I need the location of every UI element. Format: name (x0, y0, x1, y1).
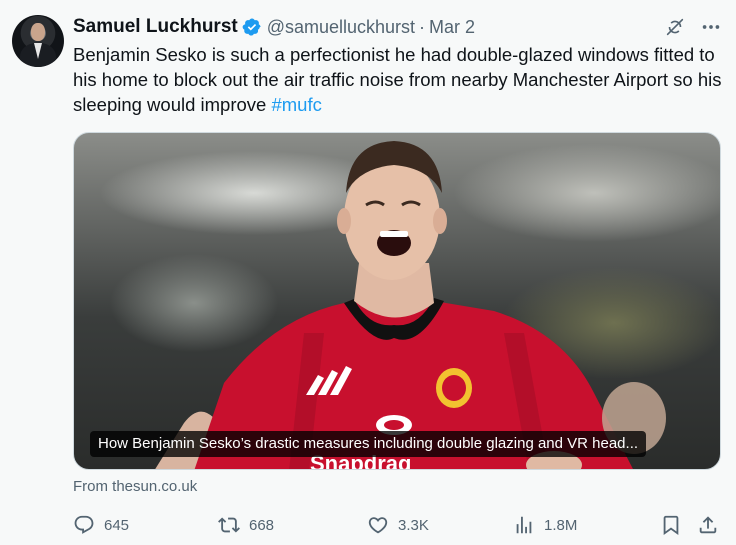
like-count: 3.3K (398, 516, 429, 534)
reply-count: 645 (104, 516, 130, 534)
hashtag-link[interactable]: #mufc (271, 94, 321, 115)
author-handle[interactable]: @samuelluckhurst (267, 17, 415, 38)
card-source[interactable]: From thesun.co.uk (73, 478, 197, 495)
bookmark-icon (663, 515, 679, 536)
tweet-header: Samuel Luckhurst @samuelluckhurst · Mar … (73, 15, 475, 39)
views-count: 1.8M (544, 516, 578, 534)
views-icon (516, 516, 532, 534)
tweet-body: Benjamin Sesko is such a perfectionist h… (73, 44, 722, 115)
reply-icon (74, 515, 94, 534)
verified-badge-icon[interactable] (242, 17, 262, 37)
author-name[interactable]: Samuel Luckhurst (73, 16, 238, 38)
header-separator: · (419, 16, 426, 37)
avatar[interactable] (12, 15, 64, 67)
like-icon (368, 517, 388, 534)
repost-icon (218, 517, 240, 533)
reply-button[interactable]: 645 (73, 513, 129, 537)
link-card-image[interactable]: Snapdrag How Benjamin Sesko’s drastic me… (73, 132, 721, 470)
share-button[interactable] (697, 513, 719, 537)
grok-icon[interactable] (664, 16, 686, 38)
like-button[interactable]: 3.3K (367, 513, 429, 537)
tweet[interactable]: Samuel Luckhurst @samuelluckhurst · Mar … (0, 0, 736, 545)
tweet-text: Benjamin Sesko is such a perfectionist h… (73, 42, 723, 117)
tweet-date[interactable]: Mar 2 (429, 17, 475, 38)
card-caption[interactable]: How Benjamin Sesko’s drastic measures in… (90, 431, 647, 457)
repost-button[interactable]: 668 (218, 513, 274, 537)
bookmark-button[interactable] (660, 513, 682, 537)
repost-count: 668 (249, 516, 275, 534)
avatar-face (31, 23, 45, 41)
views-button[interactable]: 1.8M (513, 513, 577, 537)
player-photo: Snapdrag (155, 141, 666, 469)
action-bar: 645 668 3.3K 1.8M (73, 513, 723, 537)
share-icon (699, 516, 717, 534)
more-icon[interactable] (700, 16, 722, 38)
